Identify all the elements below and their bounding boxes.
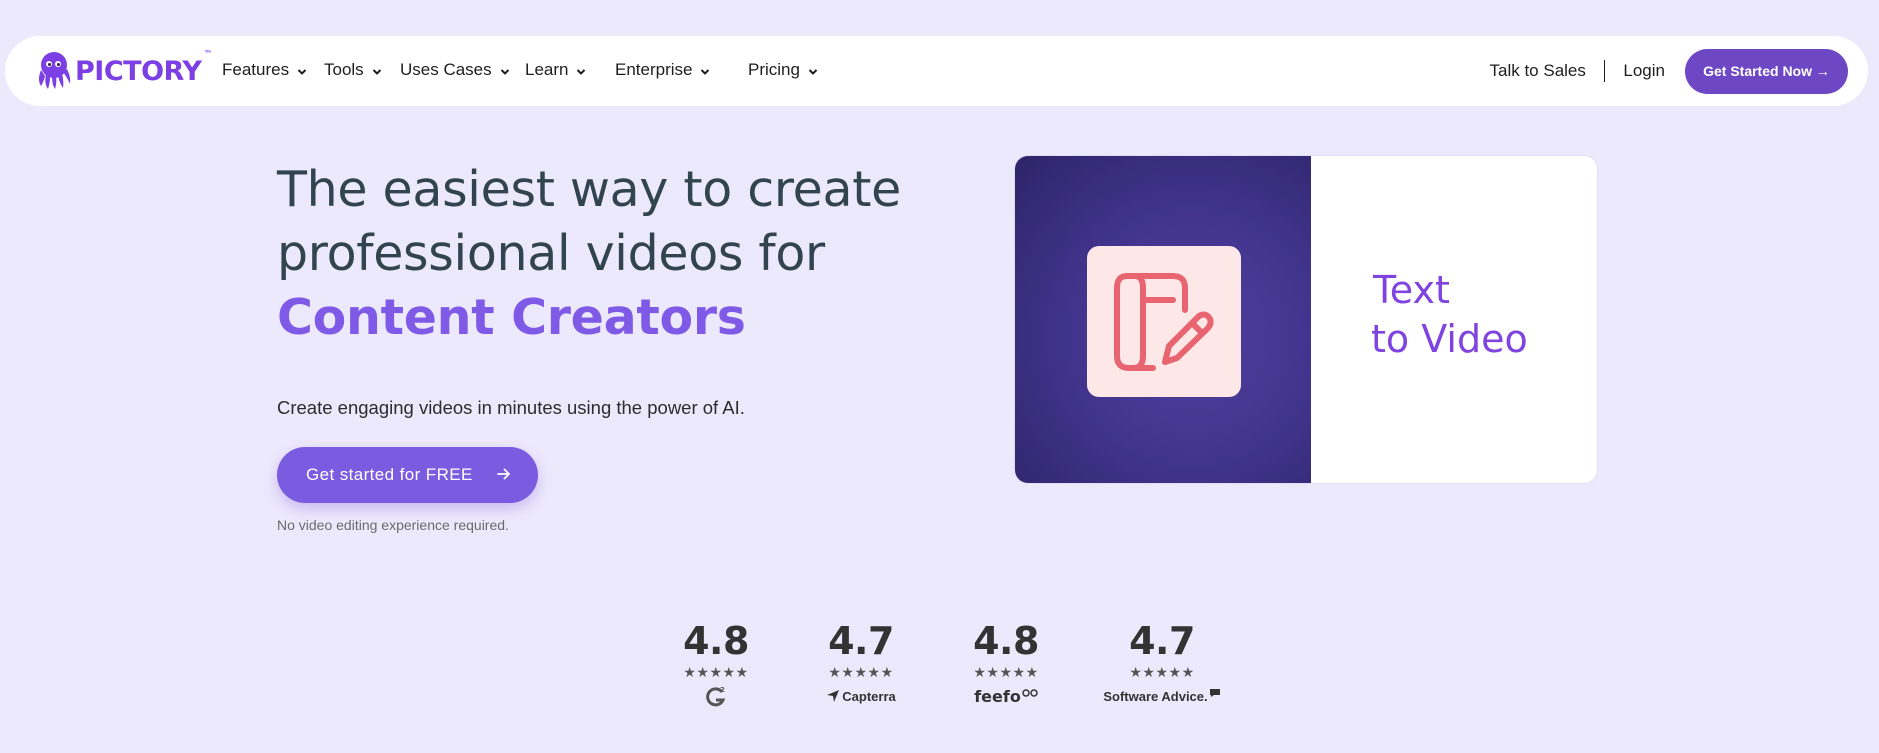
- rating-software-advice[interactable]: 4.7 ★★★★★ Software Advice.: [1095, 618, 1229, 707]
- document-tile: [1087, 246, 1241, 397]
- menu-use-cases[interactable]: Uses Cases: [400, 60, 510, 80]
- feefo-logo: feefo: [958, 685, 1054, 707]
- login-link[interactable]: Login: [1623, 61, 1665, 81]
- caption-line2: to Video: [1371, 317, 1528, 361]
- g2-superscript: 2: [720, 686, 725, 694]
- menu-enterprise-label: Enterprise: [615, 60, 693, 79]
- talk-to-sales-link[interactable]: Talk to Sales: [1490, 61, 1586, 81]
- rating-capterra[interactable]: 4.7 ★★★★★ Capterra: [813, 618, 909, 707]
- capterra-label: Capterra: [842, 688, 896, 704]
- nav-actions: Talk to Sales Login Get Started Now →: [1490, 48, 1848, 94]
- hero-heading-highlight: Content Creators: [277, 289, 746, 346]
- hero-heading: The easiest way to create professional v…: [277, 158, 977, 350]
- chevron-down-icon: [372, 68, 381, 75]
- menu-learn[interactable]: Learn: [525, 60, 586, 80]
- rating-g2[interactable]: 4.8 ★★★★★ 2: [668, 618, 764, 707]
- g2-logo-icon: 2: [668, 685, 764, 707]
- capterra-arrow-icon: [827, 690, 840, 702]
- pictory-logo[interactable]: PICTORY ™: [35, 50, 211, 90]
- star-rating-icon: ★★★★★: [1129, 664, 1195, 680]
- chevron-down-icon: [500, 68, 509, 75]
- hero-subtitle: Create engaging videos in minutes using …: [277, 397, 745, 418]
- arrow-right-icon: [497, 468, 510, 480]
- get-started-free-button[interactable]: Get started for FREE: [277, 447, 538, 503]
- menu-tools-label: Tools: [324, 60, 364, 79]
- speech-bubble-icon: [1209, 689, 1220, 697]
- chevron-down-icon: [701, 68, 710, 75]
- star-rating-icon: ★★★★★: [828, 664, 894, 680]
- menu-tools[interactable]: Tools: [324, 60, 382, 80]
- caption-line1: Text: [1373, 268, 1450, 312]
- rating-score: 4.8: [683, 619, 749, 663]
- rating-score: 4.7: [1129, 619, 1195, 663]
- menu-features-label: Features: [222, 60, 290, 79]
- nav-divider: [1603, 60, 1606, 82]
- trademark-symbol: ™: [204, 50, 212, 57]
- software-advice-label: Software Advice.: [1103, 688, 1208, 704]
- star-rating-icon: ★★★★★: [973, 664, 1039, 680]
- menu-pricing-label: Pricing: [748, 60, 800, 79]
- hero-heading-line1: The easiest way to create: [277, 161, 901, 218]
- software-advice-logo: Software Advice.: [1095, 685, 1229, 707]
- chevron-down-icon: [808, 68, 818, 75]
- chevron-down-icon: [577, 68, 586, 75]
- rating-feefo[interactable]: 4.8 ★★★★★ feefo: [958, 618, 1054, 707]
- menu-learn-label: Learn: [525, 60, 569, 79]
- feefo-label: feefo: [974, 686, 1021, 706]
- capterra-logo: Capterra: [813, 685, 909, 707]
- octopus-logo-icon: [35, 50, 73, 90]
- menu-use-cases-label: Uses Cases: [400, 60, 492, 79]
- hero-note: No video editing experience required.: [277, 517, 509, 533]
- star-rating-icon: ★★★★★: [683, 664, 749, 680]
- rating-score: 4.7: [828, 619, 894, 663]
- get-started-free-label: Get started for FREE: [306, 465, 473, 484]
- video-preview-panel: [1015, 156, 1311, 483]
- document-edit-icon: [1114, 273, 1214, 371]
- rating-score: 4.8: [973, 619, 1039, 663]
- menu-pricing[interactable]: Pricing: [748, 60, 818, 80]
- chevron-down-icon: [297, 68, 307, 75]
- feefo-eyes-icon: [1022, 689, 1038, 697]
- text-to-video-caption: Text to Video: [1371, 266, 1528, 364]
- menu-features[interactable]: Features: [222, 60, 307, 80]
- logo-wordmark: PICTORY: [75, 55, 202, 87]
- text-to-video-preview[interactable]: Text to Video: [1014, 155, 1598, 484]
- get-started-now-button[interactable]: Get Started Now →: [1685, 48, 1848, 94]
- top-navigation: PICTORY ™ Features Tools Uses Cases Lear…: [5, 36, 1868, 106]
- hero-heading-line2: professional videos for: [277, 225, 825, 282]
- menu-enterprise[interactable]: Enterprise: [615, 60, 710, 80]
